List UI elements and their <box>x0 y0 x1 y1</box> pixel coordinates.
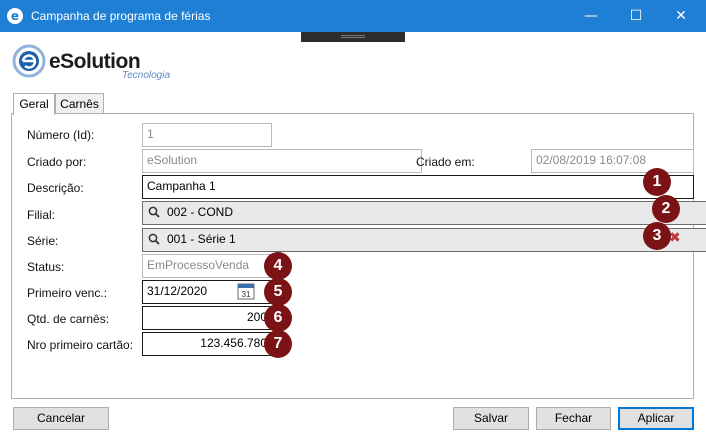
qtd-carnes-label: Qtd. de carnês: <box>27 312 110 326</box>
criado-em-field[interactable]: 02/08/2019 16:07:08 <box>531 149 694 173</box>
serie-label: Série: <box>27 234 59 248</box>
filial-lookup[interactable]: 002 - COND <box>142 201 706 225</box>
minimize-button[interactable]: — <box>568 0 614 32</box>
descricao-field[interactable]: Campanha 1 <box>142 175 694 199</box>
brand-logo: eSolution Tecnologia <box>12 42 192 82</box>
nro-cartao-field[interactable]: 123.456.780 <box>142 332 272 356</box>
close-dialog-button[interactable]: Fechar <box>536 407 611 430</box>
serie-value: 001 - Série 1 <box>167 232 236 246</box>
primeiro-venc-label: Primeiro venc.: <box>27 286 108 300</box>
criado-em-label: Criado em: <box>416 155 475 169</box>
apply-button[interactable]: Aplicar <box>618 407 694 430</box>
drag-handle[interactable] <box>301 32 405 42</box>
app-icon: e <box>7 8 23 24</box>
criado-por-field[interactable]: eSolution <box>142 149 422 173</box>
numero-label: Número (Id): <box>27 128 95 142</box>
numero-field[interactable]: 1 <box>142 123 272 147</box>
qtd-carnes-field[interactable]: 200 <box>142 306 272 330</box>
grip-icon <box>341 35 365 38</box>
criado-por-label: Criado por: <box>27 155 87 169</box>
annotation-badge: 5 <box>264 278 292 306</box>
search-icon[interactable] <box>148 206 160 218</box>
nro-cartao-label: Nro primeiro cartão: <box>27 338 134 352</box>
calendar-icon[interactable]: 31 <box>237 282 255 300</box>
cancel-button[interactable]: Cancelar <box>13 407 109 430</box>
search-icon[interactable] <box>148 233 160 245</box>
annotation-badge: 3 <box>643 222 671 250</box>
calendar-day: 31 <box>242 290 251 299</box>
close-button[interactable]: ✕ <box>658 0 704 32</box>
save-button[interactable]: Salvar <box>453 407 529 430</box>
serie-lookup[interactable]: 001 - Série 1 <box>142 228 706 252</box>
annotation-badge: 6 <box>264 304 292 332</box>
maximize-button[interactable]: ☐ <box>613 0 659 32</box>
status-field: EmProcessoVenda <box>142 254 272 278</box>
title-bar: e Campanha de programa de férias — ☐ ✕ <box>0 0 706 32</box>
annotation-badge: 7 <box>264 330 292 358</box>
tab-geral[interactable]: Geral <box>13 93 55 115</box>
status-label: Status: <box>27 260 65 274</box>
window-title: Campanha de programa de férias <box>31 9 211 23</box>
filial-label: Filial: <box>27 208 56 222</box>
logo-mark-icon <box>12 44 46 78</box>
filial-value: 002 - COND <box>167 205 234 219</box>
tab-carnes[interactable]: Carnês <box>55 93 104 114</box>
descricao-label: Descrição: <box>27 181 84 195</box>
annotation-badge: 2 <box>652 195 680 223</box>
annotation-badge: 4 <box>264 252 292 280</box>
brand-tagline: Tecnologia <box>122 70 171 81</box>
annotation-badge: 1 <box>643 168 671 196</box>
